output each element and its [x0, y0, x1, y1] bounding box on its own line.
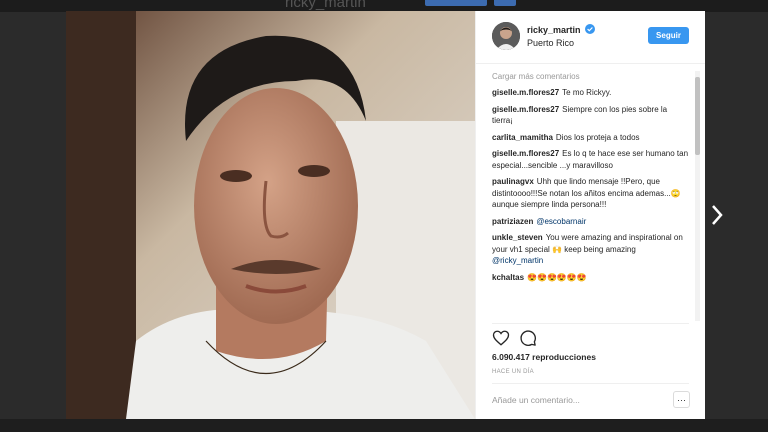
- post-timestamp[interactable]: HACE UN DÍA: [492, 369, 534, 375]
- more-options-button[interactable]: ···: [673, 391, 690, 408]
- comment-item: patriziazen @escobarnair: [492, 216, 688, 228]
- comment-bubble-icon[interactable]: [519, 329, 537, 347]
- comment-text: Dios los proteja a todos: [555, 132, 640, 142]
- view-count: 6.090.417 reproducciones: [492, 352, 596, 362]
- comment-username[interactable]: paulinagvx: [492, 177, 534, 186]
- comment-item: paulinagvx Uhh que lindo mensaje !!Pero, …: [492, 176, 688, 211]
- comment-username[interactable]: giselle.m.flores27: [492, 88, 559, 97]
- right-eye: [298, 165, 330, 177]
- comment-username[interactable]: giselle.m.flores27: [492, 105, 559, 114]
- heart-icon[interactable]: [492, 329, 510, 347]
- comment-text: 😍😍😍😍😍😍: [527, 272, 587, 282]
- divider: [492, 383, 689, 384]
- comment-item: carlita_mamitha Dios los proteja a todos: [492, 132, 688, 144]
- comments-scrollbar[interactable]: [695, 71, 700, 321]
- comment-item: unkle_steven You were amazing and inspira…: [492, 232, 688, 267]
- comment-username[interactable]: giselle.m.flores27: [492, 149, 559, 158]
- post-video[interactable]: [66, 11, 475, 419]
- comment-item: giselle.m.flores27 Siempre con los pies s…: [492, 104, 688, 127]
- comment-username[interactable]: patriziazen: [492, 217, 533, 226]
- comment-mention[interactable]: @escobarnair: [536, 217, 586, 226]
- backdrop-username: ricky_martin: [285, 0, 366, 11]
- comment-username[interactable]: unkle_steven: [492, 233, 543, 242]
- face: [194, 88, 358, 324]
- comment-item: kchaltas 😍😍😍😍😍😍: [492, 272, 688, 284]
- post-modal: ricky_martin Puerto Rico Seguir Cargar m…: [66, 11, 705, 419]
- video-frame: [66, 11, 475, 419]
- divider: [492, 323, 689, 324]
- chevron-right-icon[interactable]: [710, 204, 724, 226]
- comment-item: giselle.m.flores27 Te mo Rickyy.: [492, 87, 688, 99]
- avatar[interactable]: [492, 22, 520, 50]
- left-eye: [220, 170, 252, 182]
- comment-username[interactable]: carlita_mamitha: [492, 133, 553, 142]
- load-more-comments[interactable]: Cargar más comentarios: [492, 72, 688, 81]
- comment-item: giselle.m.flores27 Es lo q te hace ese se…: [492, 148, 688, 171]
- comments-list[interactable]: Cargar más comentarios giselle.m.flores2…: [492, 71, 688, 321]
- scrollbar-thumb[interactable]: [695, 77, 700, 155]
- add-comment-input[interactable]: [492, 392, 662, 408]
- backdrop-grid: [0, 419, 768, 432]
- backdrop-button: [425, 0, 487, 6]
- comment-username[interactable]: kchaltas: [492, 273, 524, 282]
- post-username[interactable]: ricky_martin: [527, 25, 581, 35]
- comment-mention[interactable]: @ricky_martin: [492, 256, 543, 265]
- post-side-panel: ricky_martin Puerto Rico Seguir Cargar m…: [475, 11, 705, 419]
- headboard: [66, 11, 136, 419]
- post-location[interactable]: Puerto Rico: [527, 38, 574, 48]
- backdrop-button-small: [494, 0, 516, 6]
- post-header: ricky_martin Puerto Rico Seguir: [476, 11, 705, 64]
- follow-button[interactable]: Seguir: [648, 27, 689, 44]
- comment-text: Te mo Rickyy.: [562, 88, 612, 97]
- verified-badge-icon: [585, 24, 595, 34]
